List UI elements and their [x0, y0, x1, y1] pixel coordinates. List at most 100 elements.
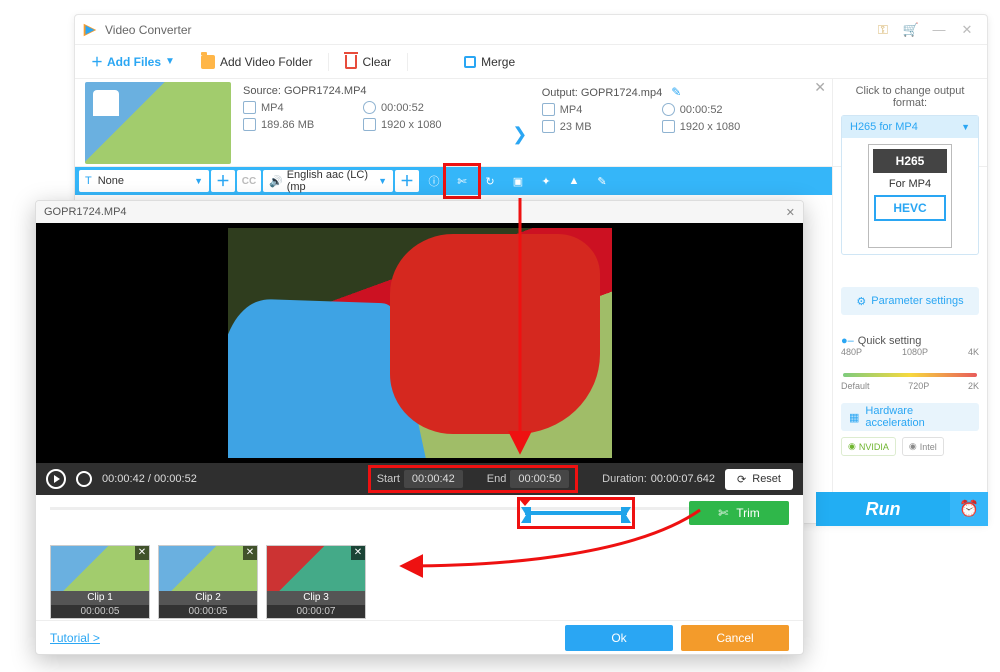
rp-title: Click to change output format:	[841, 85, 979, 109]
cancel-button[interactable]: Cancel	[681, 625, 789, 651]
qs-4k: 4K	[968, 347, 979, 357]
chevron-down-icon: ▼	[378, 176, 387, 186]
subtitle-select[interactable]: T None ▼	[79, 170, 209, 192]
trim-titlebar: GOPR1724.MP4 ✕	[36, 201, 803, 223]
duration-label: Duration:	[602, 473, 647, 485]
chevron-down-icon: ▼	[961, 122, 970, 132]
chevron-down-icon: ▼	[194, 176, 203, 186]
output-prefix: Output:	[542, 87, 578, 99]
start-label: Start	[377, 473, 400, 485]
watermark-icon[interactable]: ▲	[561, 170, 587, 192]
play-button[interactable]	[46, 469, 66, 489]
clip-1[interactable]: ✕ Clip 1 00:00:05	[50, 545, 150, 619]
trim-close-button[interactable]: ✕	[786, 206, 795, 219]
parameter-settings-button[interactable]: ⚙ Parameter settings	[841, 287, 979, 315]
remove-file-button[interactable]: ✕	[814, 79, 826, 96]
start-time-group: Start 00:00:42	[377, 470, 463, 488]
reset-label: Reset	[752, 473, 781, 485]
merge-icon	[464, 56, 476, 68]
key-icon[interactable]: ⚿	[869, 22, 897, 38]
duration-group: Duration: 00:00:07.642	[602, 473, 715, 485]
output-format-selector[interactable]: H265 for MP4 ▼ H265 For MP4 HEVC	[841, 115, 979, 255]
add-subtitle-button[interactable]: ＋	[211, 170, 235, 192]
add-audio-button[interactable]: ＋	[395, 170, 419, 192]
chevron-down-icon: ▼	[165, 56, 175, 67]
run-bar: Run ⏰	[816, 492, 988, 526]
add-folder-label: Add Video Folder	[220, 55, 313, 69]
clip-name: Clip 1	[51, 591, 149, 605]
plus-icon: ＋	[91, 53, 103, 70]
src-size: 189.86 MB	[261, 119, 314, 131]
qs-title: Quick setting	[858, 335, 922, 347]
minimize-button[interactable]: —	[925, 22, 953, 38]
schedule-button[interactable]: ⏰	[950, 492, 988, 526]
clip-3[interactable]: ✕ Clip 3 00:00:07	[266, 545, 366, 619]
quality-slider[interactable]	[843, 373, 977, 377]
trim-footer: Tutorial > Ok Cancel	[36, 620, 803, 654]
resolution-icon	[662, 120, 675, 133]
clear-button[interactable]: Clear	[337, 51, 399, 73]
effects-icon[interactable]: ✦	[533, 170, 559, 192]
trim-title: GOPR1724.MP4	[44, 206, 127, 218]
run-button[interactable]: Run	[816, 492, 950, 526]
clip-time: 00:00:07	[267, 605, 365, 618]
add-folder-button[interactable]: Add Video Folder	[193, 51, 321, 73]
end-value[interactable]: 00:00:50	[510, 470, 569, 488]
output-info: ✕ Output: GOPR1724.mp4 ✎ MP4 00:00:52 23…	[530, 79, 832, 166]
out-duration: 00:00:52	[680, 104, 723, 116]
add-files-button[interactable]: ＋ Add Files ▼	[83, 49, 189, 74]
trim-range-highlight: Start 00:00:42 End 00:00:50	[368, 465, 578, 493]
reset-button[interactable]: ⟳ Reset	[725, 469, 793, 490]
qs-1080p: 1080P	[902, 347, 928, 357]
end-time-group: End 00:00:50	[487, 470, 569, 488]
source-info: Source: GOPR1724.MP4 MP4 00:00:52 189.86…	[231, 79, 510, 166]
cart-icon[interactable]: 🛒	[897, 22, 925, 38]
clip-close-icon[interactable]: ✕	[243, 546, 257, 560]
separator	[328, 53, 329, 71]
start-value[interactable]: 00:00:42	[404, 470, 463, 488]
intel-badge: ◉ Intel	[902, 437, 944, 456]
clip-time: 00:00:05	[159, 605, 257, 618]
resolution-icon	[363, 118, 376, 131]
scissors-trim-button[interactable]: ✄	[449, 170, 475, 192]
preview-area	[36, 223, 803, 463]
edit-icon[interactable]: ✎	[589, 170, 615, 192]
arrow-icon: ❯	[510, 103, 530, 166]
rotate-icon[interactable]: ↻	[477, 170, 503, 192]
trim-button[interactable]: ✄ Trim	[689, 501, 789, 525]
info-icon[interactable]: ⓘ	[421, 170, 447, 192]
timeline-track[interactable]: ✄ Trim	[36, 495, 803, 539]
clip-2[interactable]: ✕ Clip 2 00:00:05	[158, 545, 258, 619]
clip-name: Clip 2	[159, 591, 257, 605]
subtitle-value: None	[98, 175, 124, 187]
clock-icon	[363, 101, 376, 114]
titlebar: Video Converter ⚿ 🛒 — ✕	[75, 15, 987, 45]
clock-icon	[662, 103, 675, 116]
hw-accel-button[interactable]: ▦ Hardware acceleration	[841, 403, 979, 431]
step-button[interactable]	[76, 471, 92, 487]
merge-button[interactable]: Merge	[456, 51, 523, 73]
close-button[interactable]: ✕	[953, 22, 981, 38]
separator	[407, 53, 408, 71]
scissors-icon: ✄	[718, 506, 728, 520]
size-icon	[542, 120, 555, 133]
hevc-badge: HEVC	[874, 195, 946, 221]
audio-select[interactable]: 🔊 English aac (LC) (mp ▼	[263, 170, 393, 192]
video-thumbnail[interactable]	[85, 82, 231, 164]
crop-icon[interactable]: ▣	[505, 170, 531, 192]
trim-range-marker[interactable]	[521, 501, 631, 525]
preview-frame[interactable]	[228, 228, 612, 458]
playback-controls: 00:00:42 / 00:00:52 Start 00:00:42 End 0…	[36, 463, 803, 495]
pencil-icon[interactable]: ✎	[671, 85, 681, 99]
clip-name: Clip 3	[267, 591, 365, 605]
refresh-icon: ⟳	[737, 473, 746, 486]
speaker-icon: 🔊	[269, 175, 283, 188]
trim-btn-label: Trim	[736, 506, 760, 520]
ok-button[interactable]: Ok	[565, 625, 673, 651]
cc-button[interactable]: CC	[237, 170, 261, 192]
tutorial-link[interactable]: Tutorial >	[50, 631, 100, 645]
clip-close-icon[interactable]: ✕	[351, 546, 365, 560]
src-res: 1920 x 1080	[381, 119, 442, 131]
text-icon: T	[85, 175, 92, 187]
clip-close-icon[interactable]: ✕	[135, 546, 149, 560]
